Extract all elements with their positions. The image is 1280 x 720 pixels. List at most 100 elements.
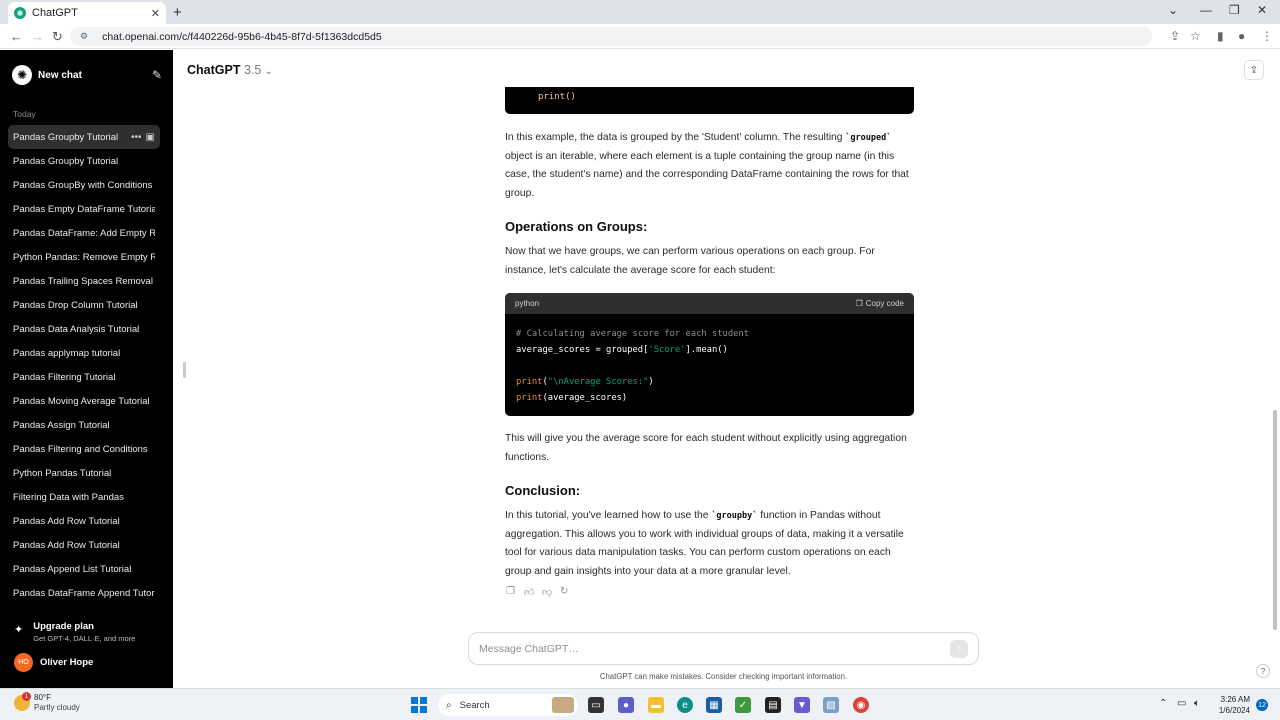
archive-icon[interactable]: ▣ bbox=[146, 132, 155, 143]
clock-date: 1/6/2024 bbox=[1218, 706, 1250, 715]
clipboard-icon: ❐ bbox=[855, 299, 863, 308]
weather-widget[interactable]: 1 80°F Partly cloudy bbox=[14, 692, 80, 713]
terminal-icon[interactable]: ▤ bbox=[765, 697, 781, 713]
task-view-icon[interactable]: ▭ bbox=[588, 697, 604, 713]
search-icon: ⌕ bbox=[446, 699, 452, 711]
scrollbar[interactable] bbox=[1273, 410, 1277, 630]
new-tab-icon[interactable]: + bbox=[173, 4, 182, 21]
spreadsheet-app-icon[interactable]: ✓ bbox=[735, 697, 751, 713]
url-text: chat.openai.com/c/f440226d-95b6-4b45-8f7… bbox=[102, 30, 382, 43]
chatgpt-favicon-icon: ✺ bbox=[14, 7, 26, 19]
clock[interactable]: 3:26 AM 1/6/2024 bbox=[1214, 694, 1250, 716]
disclaimer: ChatGPT can make mistakes. Consider chec… bbox=[599, 672, 848, 681]
thumbs-down-icon[interactable]: 👎︎ bbox=[542, 586, 554, 598]
inline-code: `groupby` bbox=[711, 511, 758, 521]
share-page-icon[interactable]: ⇪ bbox=[1170, 29, 1180, 43]
upgrade-plan-button[interactable]: ✦ Upgrade plan Get GPT-4, DALL·E, and mo… bbox=[14, 621, 164, 643]
reload-icon[interactable]: ↻ bbox=[52, 29, 63, 45]
help-icon[interactable]: ? bbox=[1256, 664, 1270, 678]
bookmark-star-icon[interactable]: ☆ bbox=[1190, 29, 1201, 43]
chrome-icon[interactable]: ◉ bbox=[853, 697, 869, 713]
chat-item[interactable]: Pandas DataFrame Append Tutor bbox=[8, 581, 160, 605]
restore-icon[interactable]: ❐ bbox=[1229, 3, 1240, 17]
chat-item[interactable]: Pandas Moving Average Tutorial bbox=[8, 389, 160, 413]
paragraph: This will give you the average score for… bbox=[505, 433, 907, 463]
forward-icon[interactable]: → bbox=[31, 29, 44, 44]
chat-item[interactable]: Pandas Groupby Tutorial bbox=[8, 149, 160, 173]
site-info-icon[interactable]: ⚙ bbox=[80, 31, 88, 42]
heading-operations: Operations on Groups: bbox=[505, 219, 648, 234]
widget-image-icon[interactable] bbox=[552, 697, 574, 713]
model-name: ChatGPT bbox=[187, 63, 241, 77]
code-block-header: python ❐ Copy code bbox=[505, 293, 914, 314]
vpn-app-icon[interactable]: ▼ bbox=[794, 697, 810, 713]
sidebar: ✺ New chat ✎ Today Pandas Groupby Tutori… bbox=[0, 50, 173, 688]
message-actions: ❐ 👍︎ 👎︎ ↻ bbox=[506, 586, 578, 598]
chat-item-active[interactable]: Pandas Groupby Tutorial ••• ▣ bbox=[8, 125, 160, 149]
chat-item[interactable]: Python Pandas: Remove Empty R bbox=[8, 245, 160, 269]
chat-item[interactable]: Python Pandas Tutorial bbox=[8, 461, 160, 485]
code-body: # Calculating average score for each stu… bbox=[516, 329, 750, 403]
message-input[interactable] bbox=[479, 642, 950, 655]
chat-item[interactable]: Pandas applymap tutorial bbox=[8, 341, 160, 365]
chat-item[interactable]: Pandas Assign Tutorial bbox=[8, 413, 160, 437]
chat-item[interactable]: Pandas Filtering and Conditions bbox=[8, 437, 160, 461]
url-field[interactable]: ⚙ chat.openai.com/c/f440226d-95b6-4b45-8… bbox=[70, 27, 1152, 46]
copy-icon[interactable]: ❐ bbox=[506, 586, 518, 598]
more-options-icon[interactable]: ••• bbox=[131, 132, 142, 143]
compose-icon[interactable]: ✎ bbox=[152, 68, 162, 82]
minimize-icon[interactable]: — bbox=[1200, 3, 1212, 17]
user-menu[interactable]: HO Oliver Hope bbox=[14, 653, 93, 672]
send-arrow-icon[interactable]: ↑ bbox=[950, 639, 968, 658]
tray-chevron-up-icon[interactable]: ⌃ bbox=[1159, 698, 1167, 709]
chat-item[interactable]: Filtering Data with Pandas bbox=[8, 485, 160, 509]
chat-item[interactable]: Pandas GroupBy with Conditions bbox=[8, 173, 160, 197]
copy-code-button[interactable]: ❐ Copy code bbox=[856, 299, 904, 308]
file-explorer-icon[interactable]: ▬ bbox=[648, 697, 664, 713]
chat-item[interactable]: Pandas DataFrame: Add Empty R bbox=[8, 221, 160, 245]
weather-condition: Partly cloudy bbox=[34, 703, 80, 712]
inline-code: `grouped` bbox=[845, 133, 892, 143]
thumbs-up-icon[interactable]: 👍︎ bbox=[524, 586, 536, 598]
chat-item[interactable]: Pandas Data Analysis Tutorial bbox=[8, 317, 160, 341]
upgrade-title: Upgrade plan bbox=[33, 621, 94, 632]
heading-conclusion: Conclusion: bbox=[505, 483, 581, 498]
back-icon[interactable]: ← bbox=[10, 29, 23, 44]
new-chat-button[interactable]: ✺ New chat ✎ bbox=[12, 64, 162, 86]
chat-item[interactable]: Pandas Add Row Tutorial bbox=[8, 533, 160, 557]
upgrade-subtitle: Get GPT-4, DALL·E, and more bbox=[33, 634, 136, 643]
network-icon[interactable]: ▭ bbox=[1177, 698, 1186, 709]
tab-search-chevron-icon[interactable]: ⌄ bbox=[1168, 3, 1178, 17]
browser-tab[interactable]: ✺ ChatGPT ✕ bbox=[8, 2, 166, 24]
browser-menu-icon[interactable]: ⋮ bbox=[1261, 29, 1273, 43]
edge-browser-icon[interactable]: e bbox=[677, 697, 693, 713]
chat-item[interactable]: Pandas Empty DataFrame Tutorial bbox=[8, 197, 160, 221]
image-app-icon[interactable]: ▨ bbox=[823, 697, 839, 713]
chat-item[interactable]: Pandas Append List Tutorial bbox=[8, 557, 160, 581]
profile-icon[interactable]: ● bbox=[1238, 29, 1245, 43]
sidebar-collapse-handle[interactable] bbox=[183, 362, 186, 378]
tab-close-icon[interactable]: ✕ bbox=[151, 7, 160, 20]
store-icon[interactable]: ▦ bbox=[706, 697, 722, 713]
sparkle-icon: ✦ bbox=[14, 624, 24, 636]
chat-item[interactable]: Pandas Add Row Tutorial bbox=[8, 509, 160, 533]
search-label: Search bbox=[459, 699, 490, 711]
volume-icon[interactable]: 🔈︎ bbox=[1194, 698, 1200, 709]
chat-app-icon[interactable]: ● bbox=[618, 697, 634, 713]
chat-item[interactable]: Pandas Trailing Spaces Removal bbox=[8, 269, 160, 293]
share-chat-icon[interactable]: ⇪ bbox=[1244, 60, 1264, 80]
windows-start-icon[interactable] bbox=[411, 697, 427, 713]
regenerate-icon[interactable]: ↻ bbox=[560, 586, 572, 598]
openai-logo-icon: ✺ bbox=[12, 65, 32, 85]
window-close-icon[interactable]: ✕ bbox=[1257, 3, 1267, 17]
chat-item[interactable]: Pandas Drop Column Tutorial bbox=[8, 293, 160, 317]
previous-code-block: print() bbox=[505, 87, 914, 114]
weather-temp: 80°F bbox=[34, 693, 51, 702]
chat-item[interactable]: Pandas Filtering Tutorial bbox=[8, 365, 160, 389]
notification-badge[interactable]: 12 bbox=[1256, 699, 1268, 711]
weather-sun-icon: 1 bbox=[14, 692, 31, 711]
avatar: HO bbox=[14, 653, 33, 672]
side-panel-icon[interactable]: ▮ bbox=[1217, 29, 1224, 43]
model-selector[interactable]: ChatGPT 3.5 ⌄ bbox=[187, 63, 272, 77]
message-composer: ↑ bbox=[468, 632, 979, 665]
